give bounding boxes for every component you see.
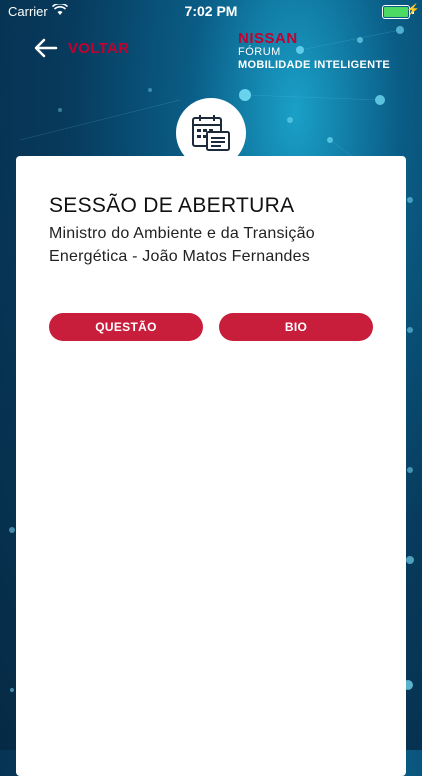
back-label: VOLTAR — [68, 39, 130, 57]
bio-button[interactable]: BIO — [219, 313, 373, 341]
brand-logo: NISSAN FÓRUM MOBILIDADE INTELIGENTE — [238, 31, 390, 72]
session-badge — [176, 98, 246, 168]
session-title: SESSÃO DE ABERTURA — [49, 194, 295, 217]
brand-subtitle: MOBILIDADE INTELIGENTE — [238, 59, 391, 71]
arrow-left-icon — [34, 38, 58, 58]
clock: 7:02 PM — [184, 3, 238, 19]
brand-forum: FÓRUM — [238, 46, 281, 58]
question-button[interactable]: QUESTÃO — [49, 313, 203, 341]
session-subtitle: Ministro do Ambiente e da Transição Ener… — [49, 225, 315, 265]
brand-name: NISSAN — [238, 30, 298, 47]
calendar-icon — [192, 115, 230, 151]
status-bar: Carrier 7:02 PM ⚡ — [0, 0, 422, 22]
charging-icon: ⚡ — [406, 4, 420, 16]
back-button[interactable]: VOLTAR — [34, 38, 129, 58]
